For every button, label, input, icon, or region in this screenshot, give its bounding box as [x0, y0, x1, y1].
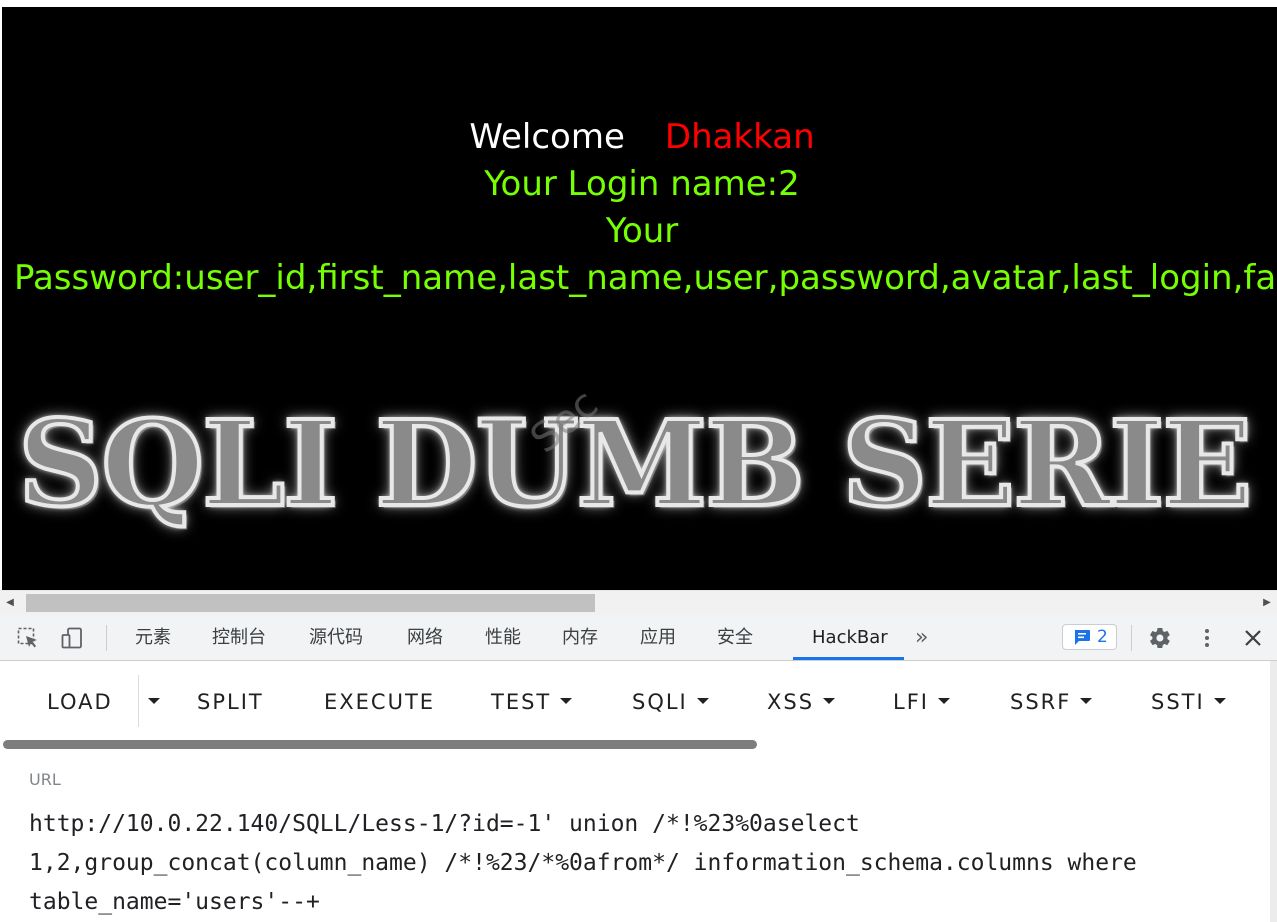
tab-performance[interactable]: 性能: [485, 615, 521, 660]
tab-sources[interactable]: 源代码: [309, 615, 363, 660]
ssrf-button-label: SSRF: [1010, 690, 1072, 714]
test-dropdown-button[interactable]: TEST: [491, 687, 573, 717]
caret-down-icon: [148, 698, 160, 704]
kebab-menu-icon[interactable]: [1195, 626, 1219, 650]
device-toggle-icon[interactable]: [60, 626, 84, 650]
caret-down-icon: [696, 698, 709, 704]
inspect-icon[interactable]: [16, 626, 40, 650]
welcome-username: Dhakkan: [664, 117, 815, 157]
horizontal-scrollbar[interactable]: ◀ ▶: [0, 590, 1277, 615]
welcome-line: Welcome Dhakkan: [2, 117, 1277, 157]
issues-button[interactable]: 2: [1062, 624, 1117, 650]
toolbar-scrollbar-thumb[interactable]: [3, 740, 757, 749]
lfi-button-label: LFI: [893, 690, 929, 714]
horizontal-scrollbar-thumb[interactable]: [26, 594, 595, 612]
sqli-dropdown-button[interactable]: SQLI: [632, 687, 709, 717]
caret-down-icon: [823, 698, 836, 704]
active-tab-indicator: [793, 657, 904, 660]
tab-console[interactable]: 控制台: [212, 615, 266, 660]
more-tabs-chevron-icon[interactable]: »: [915, 615, 928, 660]
scroll-right-arrow-icon[interactable]: ▶: [1261, 596, 1273, 610]
load-button-divider: [138, 675, 139, 727]
url-field-label: URL: [29, 770, 61, 789]
login-name-text: Your Login name:2: [484, 164, 800, 204]
load-dropdown-button[interactable]: [148, 687, 160, 717]
ssrf-dropdown-button[interactable]: SSRF: [1010, 687, 1093, 717]
url-textarea[interactable]: http://10.0.22.140/SQLL/Less-1/?id=-1' u…: [29, 805, 1249, 922]
toolbar-divider: [1131, 625, 1132, 651]
issues-count: 2: [1097, 627, 1108, 647]
test-button-label: TEST: [491, 690, 552, 714]
tab-elements[interactable]: 元素: [135, 615, 171, 660]
issues-icon: [1074, 630, 1090, 645]
caret-down-icon: [1080, 698, 1093, 704]
tab-memory[interactable]: 内存: [562, 615, 598, 660]
caret-down-icon: [560, 698, 573, 704]
split-button[interactable]: SPLIT: [197, 687, 264, 717]
close-icon[interactable]: [1241, 626, 1265, 650]
load-button[interactable]: LOAD: [47, 687, 113, 717]
password-text: Password:user_id,first_name,last_name,us…: [14, 258, 1277, 298]
devtools-tab-bar: 元素 控制台 源代码 网络 性能 内存 应用 安全 HackBar » 2: [0, 615, 1277, 661]
caret-down-icon: [937, 698, 950, 704]
ssti-dropdown-button[interactable]: SSTI: [1151, 687, 1226, 717]
tab-network[interactable]: 网络: [407, 615, 443, 660]
tab-security[interactable]: 安全: [717, 615, 753, 660]
settings-gear-icon[interactable]: [1148, 626, 1172, 650]
welcome-text: Welcome: [469, 117, 625, 157]
password-prefix-text: Your: [605, 211, 679, 251]
tab-application[interactable]: 应用: [640, 615, 676, 660]
scroll-left-arrow-icon[interactable]: ◀: [4, 596, 16, 610]
xss-dropdown-button[interactable]: XSS: [767, 687, 836, 717]
execute-button[interactable]: EXECUTE: [324, 687, 435, 717]
hackbar-toolbar: LOAD SPLIT EXECUTE TEST SQLI XSS LFI SSR…: [0, 661, 1270, 741]
lfi-dropdown-button[interactable]: LFI: [893, 687, 950, 717]
sqli-dumb-series-banner: SQLI DUMB SERIE: [16, 394, 1254, 533]
tab-hackbar[interactable]: HackBar: [812, 615, 888, 660]
vertical-scrollbar[interactable]: [1270, 661, 1277, 922]
page-viewport: Welcome Dhakkan Your Login name:2 Your Pa…: [0, 0, 1277, 590]
ssti-button-label: SSTI: [1151, 690, 1205, 714]
caret-down-icon: [1213, 698, 1226, 704]
xss-button-label: XSS: [767, 690, 815, 714]
page-content: Welcome Dhakkan Your Login name:2 Your Pa…: [2, 7, 1277, 590]
sqli-button-label: SQLI: [632, 690, 688, 714]
toolbar-divider: [106, 625, 107, 651]
